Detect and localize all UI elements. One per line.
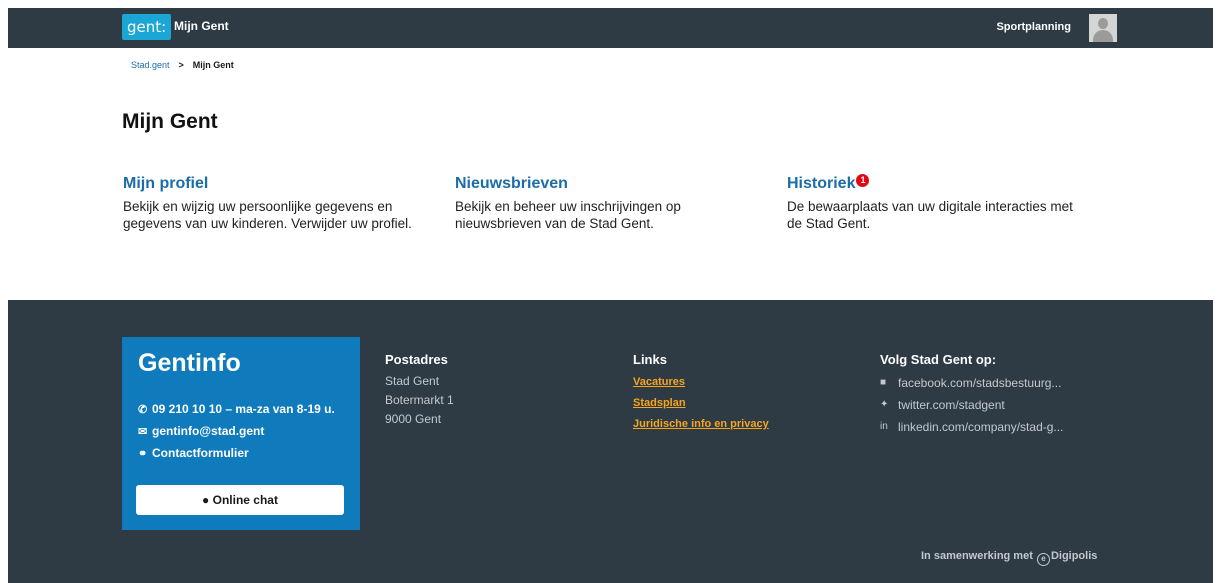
digipolis-icon: e — [1036, 553, 1050, 566]
social-link-text: linkedin.com/company/stad-g... — [898, 420, 1064, 434]
avatar-body-icon — [1093, 30, 1113, 42]
card-description: Bekijk en beheer uw inschrijvingen op ni… — [455, 199, 681, 231]
footer-postadres: Postadres Stad Gent Botermarkt 1 9000 Ge… — [385, 352, 454, 429]
phone-text: 09 210 10 10 – ma-za van 8-19 u. — [152, 402, 335, 416]
gentinfo-phone[interactable]: ✆ 09 210 10 10 – ma-za van 8-19 u. — [138, 402, 335, 416]
breadcrumb-separator: > — [178, 60, 184, 70]
partner-prefix: In samenwerking met — [921, 550, 1033, 562]
avatar-head-icon — [1098, 18, 1108, 29]
card-description: De bewaarplaats van uw digitale interact… — [787, 199, 1073, 231]
breadcrumb-current: Mijn Gent — [192, 60, 234, 70]
chat-bubble-icon: ● — [202, 493, 213, 507]
card-description: Bekijk en wijzig uw persoonlijke gegeven… — [123, 199, 412, 231]
page-title: Mijn Gent — [122, 110, 218, 133]
postadres-heading: Postadres — [385, 352, 448, 367]
gentinfo-title: Gentinfo — [138, 349, 241, 377]
footer-link-stadsplan[interactable]: Stadsplan — [633, 393, 769, 414]
social-link-linkedin[interactable]: in linkedin.com/company/stad-g... — [880, 416, 1063, 438]
social-link-twitter[interactable]: ✦ twitter.com/stadgent — [880, 394, 1063, 416]
address-line: 9000 Gent — [385, 412, 442, 426]
footer-link-juridische-info[interactable]: Juridische info en privacy — [633, 414, 769, 435]
top-navigation-bar: gent: Mijn Gent Sportplanning — [8, 8, 1213, 48]
breadcrumb-root-link[interactable]: Stad.gent — [131, 60, 170, 70]
notification-badge: 1 — [856, 174, 870, 187]
social-heading: Volg Stad Gent op: — [880, 352, 997, 367]
card-nieuwsbrieven: Nieuwsbrieven Bekijk en beheer uw inschr… — [455, 175, 755, 232]
phone-icon: ✆ — [138, 404, 148, 416]
card-title-link[interactable]: Mijn profiel — [123, 175, 208, 193]
card-title-link[interactable]: Nieuwsbrieven — [455, 175, 568, 193]
online-chat-button[interactable]: ● Online chat — [136, 485, 344, 515]
card-title-link[interactable]: Historiek — [787, 175, 855, 193]
footer-link-vacatures[interactable]: Vacatures — [633, 372, 769, 393]
address-line: Stad Gent — [385, 374, 440, 388]
footer-social: Volg Stad Gent op: ■ facebook.com/stadsbe… — [880, 352, 1063, 438]
gentinfo-email[interactable]: ✉ gentinfo@stad.gent — [138, 424, 264, 438]
app-title[interactable]: Mijn Gent — [174, 19, 229, 33]
user-name[interactable]: Sportplanning — [996, 21, 1071, 33]
links-heading: Links — [633, 352, 667, 367]
breadcrumb: Stad.gent > Mijn Gent — [131, 60, 234, 70]
gentinfo-contact[interactable]: ⚭ Contactformulier — [138, 446, 249, 460]
facebook-icon: ■ — [880, 377, 887, 388]
chat-button-label: Online chat — [212, 493, 278, 507]
partner-name[interactable]: Digipolis — [1051, 550, 1097, 562]
partner-credit: In samenwerking met e Digipolis — [921, 550, 1097, 566]
mail-icon: ✉ — [138, 426, 148, 438]
browser-viewport: gent: Mijn Gent Sportplanning Stad.gent >… — [8, 8, 1213, 583]
gentinfo-box: Gentinfo ✆ 09 210 10 10 – ma-za van 8-19 … — [122, 337, 360, 530]
card-mijn-profiel: Mijn profiel Bekijk en wijzig uw persoon… — [123, 175, 423, 232]
contact-text: Contactformulier — [152, 446, 249, 460]
linkedin-icon: in — [880, 421, 888, 432]
link-icon: ⚭ — [138, 448, 148, 460]
social-link-facebook[interactable]: ■ facebook.com/stadsbestuurg... — [880, 372, 1063, 394]
page: gent: Mijn Gent Sportplanning Stad.gent >… — [0, 0, 1221, 583]
footer: Gentinfo ✆ 09 210 10 10 – ma-za van 8-19 … — [8, 300, 1213, 583]
social-link-text: twitter.com/stadgent — [898, 398, 1005, 412]
card-historiek: Historiek 1 De bewaarplaats van uw digita… — [787, 174, 1087, 232]
address-line: Botermarkt 1 — [385, 393, 454, 407]
email-text: gentinfo@stad.gent — [152, 424, 265, 438]
social-link-text: facebook.com/stadsbestuurg... — [898, 376, 1062, 390]
footer-links: Links Vacatures Stadsplan Juridische inf… — [633, 352, 769, 435]
gent-logo[interactable]: gent: — [122, 14, 172, 40]
user-avatar[interactable] — [1089, 14, 1117, 42]
twitter-icon: ✦ — [880, 399, 889, 410]
